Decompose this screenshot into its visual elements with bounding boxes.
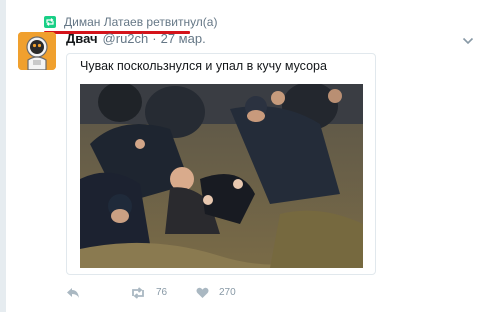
like-action[interactable]: 270 <box>196 287 236 299</box>
reply-action[interactable] <box>66 287 80 299</box>
retweeter-label[interactable]: Диман Латаев ретвитнул(а) <box>64 14 217 30</box>
tweet-date[interactable]: 27 мар. <box>161 31 206 46</box>
reply-icon <box>67 288 79 298</box>
astronaut-avatar-icon <box>18 32 56 70</box>
like-count: 270 <box>219 287 236 298</box>
retweet-count: 76 <box>156 287 168 298</box>
author-name[interactable]: Двач <box>66 31 98 46</box>
tweet-header: Двач @ru2ch · 27 мар. <box>66 31 206 47</box>
tweet-actions: 76 270 <box>66 287 366 301</box>
tweet-content-card[interactable]: Чувак поскользнулся и упал в кучу мусора <box>66 53 376 275</box>
author-avatar[interactable] <box>18 32 56 70</box>
chevron-down-icon[interactable] <box>462 33 474 45</box>
retweet-icon <box>132 287 144 299</box>
retweet-context[interactable]: Диман Латаев ретвитнул(а) <box>44 14 217 30</box>
retweet-badge-icon <box>44 16 56 28</box>
tweet-photo[interactable] <box>80 84 363 268</box>
header-separator: · <box>152 31 157 46</box>
tweet-text: Чувак поскользнулся и упал в кучу мусора <box>80 59 327 73</box>
author-handle[interactable]: @ru2ch <box>103 31 149 46</box>
retweet-action[interactable]: 76 <box>130 287 167 299</box>
heart-icon <box>196 287 209 298</box>
timeline-left-border <box>0 0 6 312</box>
